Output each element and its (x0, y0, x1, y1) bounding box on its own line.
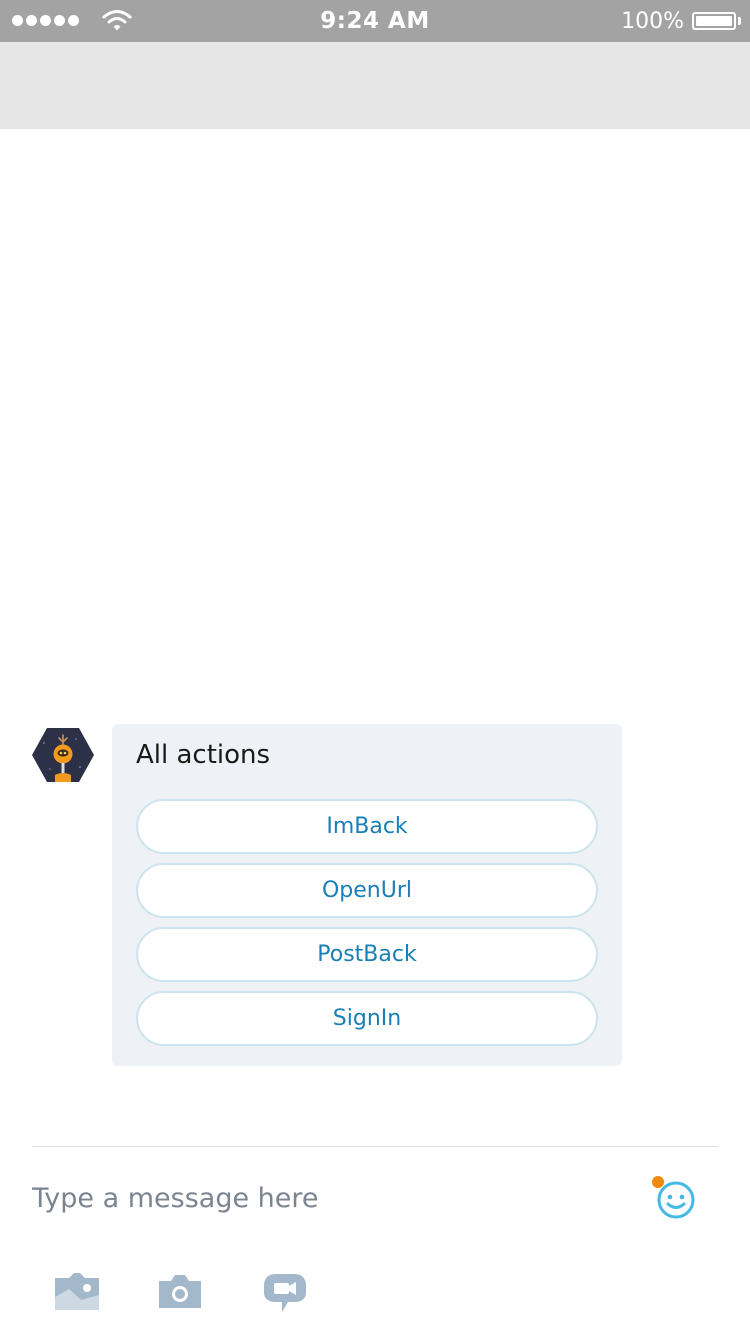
message-input[interactable] (30, 1172, 624, 1224)
hero-card: All actions ImBack OpenUrl PostBack Sign… (112, 724, 622, 1066)
nav-header (0, 42, 750, 129)
battery-percentage: 100% (621, 9, 684, 34)
bot-avatar (32, 728, 94, 782)
battery-nub (738, 17, 741, 25)
status-bar: 9:24 AM 100% (0, 0, 750, 42)
gallery-icon[interactable] (52, 1270, 102, 1314)
signin-button[interactable]: SignIn (136, 991, 598, 1046)
openurl-button[interactable]: OpenUrl (136, 863, 598, 918)
imback-button[interactable]: ImBack (136, 799, 598, 854)
camera-icon[interactable] (155, 1270, 205, 1314)
card-title: All actions (136, 740, 271, 770)
battery-icon (692, 12, 736, 30)
postback-button[interactable]: PostBack (136, 927, 598, 982)
composer-divider (32, 1146, 718, 1147)
battery-level (696, 16, 732, 26)
video-message-icon[interactable] (260, 1270, 310, 1314)
emoji-icon[interactable] (650, 1174, 698, 1222)
